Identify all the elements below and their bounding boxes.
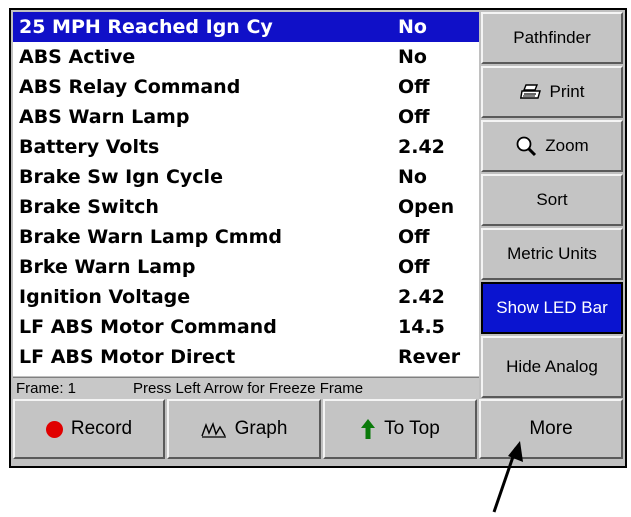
data-row[interactable]: Brake Sw Ign Cycle No — [13, 162, 479, 192]
status-bar: Frame: 1 Press Left Arrow for Freeze Fra… — [13, 377, 479, 399]
to-top-label: To Top — [384, 418, 440, 439]
parameter-name: Brke Warn Lamp — [19, 256, 196, 278]
data-row[interactable]: Brake Switch Open — [13, 192, 479, 222]
print-button[interactable]: Print — [481, 66, 623, 118]
data-row[interactable]: LF ABS Motor Direct Rever — [13, 342, 479, 372]
parameter-value: Off — [398, 106, 430, 128]
magnifier-icon — [515, 135, 537, 157]
record-dot-icon — [45, 420, 63, 438]
parameter-name: Battery Volts — [19, 136, 160, 158]
data-list[interactable]: 25 MPH Reached Ign Cy No ABS Active No A… — [13, 12, 479, 376]
show-led-bar-label: Show LED Bar — [496, 298, 608, 317]
parameter-value: Off — [398, 226, 430, 248]
data-row[interactable]: ABS Warn Lamp Off — [13, 102, 479, 132]
hide-analog-label: Hide Analog — [506, 357, 598, 376]
parameter-name: ABS Active — [19, 46, 136, 68]
parameter-name: Brake Warn Lamp Cmmd — [19, 226, 282, 248]
callout-arrow — [492, 441, 523, 513]
data-row[interactable]: Brke Warn Lamp Off — [13, 252, 479, 282]
up-arrow-icon — [360, 418, 376, 440]
parameter-name: LF ABS Motor Command — [19, 316, 277, 338]
parameter-name: ABS Warn Lamp — [19, 106, 190, 128]
pathfinder-label: Pathfinder — [513, 28, 591, 47]
data-row[interactable]: ABS Relay Command Off — [13, 72, 479, 102]
printer-icon — [519, 83, 542, 101]
data-row[interactable]: Brake Warn Lamp Cmmd Off — [13, 222, 479, 252]
metric-units-button[interactable]: Metric Units — [481, 228, 623, 280]
frame-counter: Frame: 1 — [16, 380, 77, 397]
parameter-value: Rever — [398, 346, 461, 368]
status-hint: Press Left Arrow for Freeze Frame — [133, 380, 364, 397]
to-top-button[interactable]: To Top — [323, 399, 477, 459]
parameter-value: No — [398, 166, 427, 188]
data-row[interactable]: ABS Active No — [13, 42, 479, 72]
show-led-bar-button[interactable]: Show LED Bar — [481, 282, 623, 334]
graph-icon — [200, 420, 227, 438]
zoom-label: Zoom — [545, 136, 589, 155]
parameter-name: Brake Sw Ign Cycle — [19, 166, 223, 188]
pathfinder-button[interactable]: Pathfinder — [481, 12, 623, 64]
parameter-name: Ignition Voltage — [19, 286, 191, 308]
sort-label: Sort — [536, 190, 568, 209]
metric-units-label: Metric Units — [507, 244, 597, 263]
more-label: More — [529, 418, 573, 439]
data-row[interactable]: Ignition Voltage 2.42 — [13, 282, 479, 312]
parameter-value: No — [398, 16, 427, 38]
parameter-name: ABS Relay Command — [19, 76, 241, 98]
parameter-value: 2.42 — [398, 286, 445, 308]
zoom-button[interactable]: Zoom — [481, 120, 623, 172]
graph-label: Graph — [234, 418, 288, 439]
sort-button[interactable]: Sort — [481, 174, 623, 226]
scan-tool-screen: 25 MPH Reached Ign Cy No ABS Active No A… — [9, 8, 627, 468]
data-row[interactable]: LF ABS Motor Command 14.5 — [13, 312, 479, 342]
parameter-value: 2.42 — [398, 136, 445, 158]
parameter-value: Off — [398, 76, 430, 98]
hide-analog-button[interactable]: Hide Analog — [481, 336, 623, 398]
data-row[interactable]: 25 MPH Reached Ign Cy No — [13, 12, 479, 42]
parameter-value: Open — [398, 196, 455, 218]
parameter-name: 25 MPH Reached Ign Cy — [19, 16, 273, 38]
parameter-value: Off — [398, 256, 430, 278]
record-label: Record — [70, 418, 133, 439]
parameter-name: LF ABS Motor Direct — [19, 346, 236, 368]
print-label: Print — [549, 82, 585, 101]
data-row[interactable]: Battery Volts 2.42 — [13, 132, 479, 162]
parameter-value: 14.5 — [398, 316, 445, 338]
parameter-value: No — [398, 46, 427, 68]
graph-button[interactable]: Graph — [167, 399, 321, 459]
record-button[interactable]: Record — [13, 399, 165, 459]
parameter-name: Brake Switch — [19, 196, 159, 218]
